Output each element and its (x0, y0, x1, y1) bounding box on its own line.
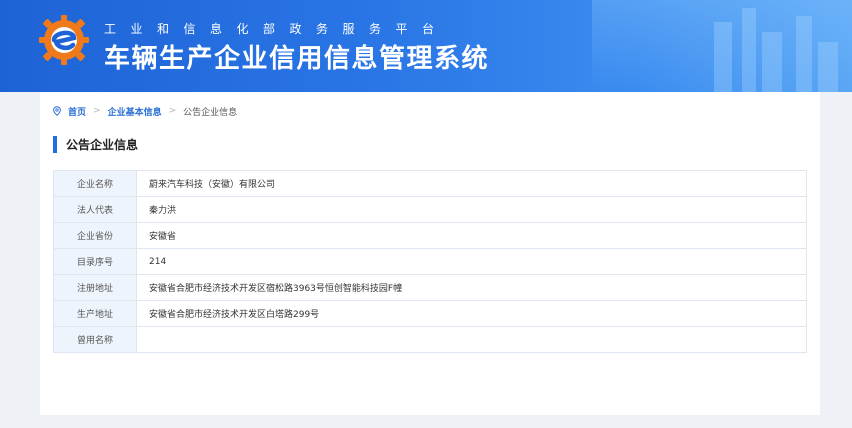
section-accent-bar (53, 136, 57, 153)
section-title: 公告企业信息 (66, 138, 139, 152)
row-label: 企业省份 (53, 222, 137, 249)
row-label: 企业名称 (53, 170, 137, 197)
breadcrumb-section-link[interactable]: 企业基本信息 (108, 105, 162, 118)
system-title: 车辆生产企业信用信息管理系统 (104, 44, 490, 74)
row-value: 蔚来汽车科技（安徽）有限公司 (136, 170, 807, 197)
building-decoration (796, 16, 812, 92)
row-value: 214 (136, 248, 807, 275)
table-row: 企业名称 蔚来汽车科技（安徽）有限公司 (53, 170, 807, 197)
building-decoration (714, 22, 732, 92)
row-value: 安徽省合肥市经济技术开发区宿松路3963号恒创智能科技园F幢 (136, 274, 807, 301)
row-label: 注册地址 (53, 274, 137, 301)
row-label: 曾用名称 (53, 326, 137, 353)
table-row: 注册地址 安徽省合肥市经济技术开发区宿松路3963号恒创智能科技园F幢 (53, 274, 807, 301)
company-info-table: 企业名称 蔚来汽车科技（安徽）有限公司 法人代表 秦力洪 企业省份 安徽省 目录… (53, 170, 807, 353)
row-value: 安徽省合肥市经济技术开发区白塔路299号 (136, 300, 807, 327)
table-row: 企业省份 安徽省 (53, 222, 807, 249)
building-decoration (762, 32, 782, 92)
breadcrumb: 首页 > 企业基本信息 > 公告企业信息 (52, 104, 237, 118)
gear-e-logo-icon (39, 15, 89, 65)
chevron-right-icon: > (93, 106, 101, 116)
chevron-right-icon: > (168, 106, 177, 116)
main-panel: 首页 > 企业基本信息 > 公告企业信息 公告企业信息 企业名称 蔚来汽车科技（… (40, 92, 820, 415)
table-row: 曾用名称 (53, 326, 807, 353)
breadcrumb-home-link[interactable]: 首页 (68, 105, 86, 118)
row-label: 生产地址 (53, 300, 137, 327)
building-decoration (742, 8, 756, 92)
breadcrumb-current: 公告企业信息 (183, 107, 238, 118)
ministry-name: 工业和信息化部政务服务平台 (104, 22, 449, 36)
table-row: 法人代表 秦力洪 (53, 196, 807, 223)
building-decoration (818, 42, 838, 92)
section-heading: 公告企业信息 (53, 136, 138, 153)
row-label: 法人代表 (53, 196, 137, 223)
table-row: 目录序号 214 (53, 248, 807, 275)
row-value: 安徽省 (136, 222, 807, 249)
header-banner: 工业和信息化部政务服务平台 车辆生产企业信用信息管理系统 (0, 0, 852, 92)
row-value (136, 326, 807, 353)
table-row: 生产地址 安徽省合肥市经济技术开发区白塔路299号 (53, 300, 807, 327)
row-label: 目录序号 (53, 248, 137, 275)
row-value: 秦力洪 (136, 196, 807, 223)
location-pin-icon (53, 106, 61, 116)
